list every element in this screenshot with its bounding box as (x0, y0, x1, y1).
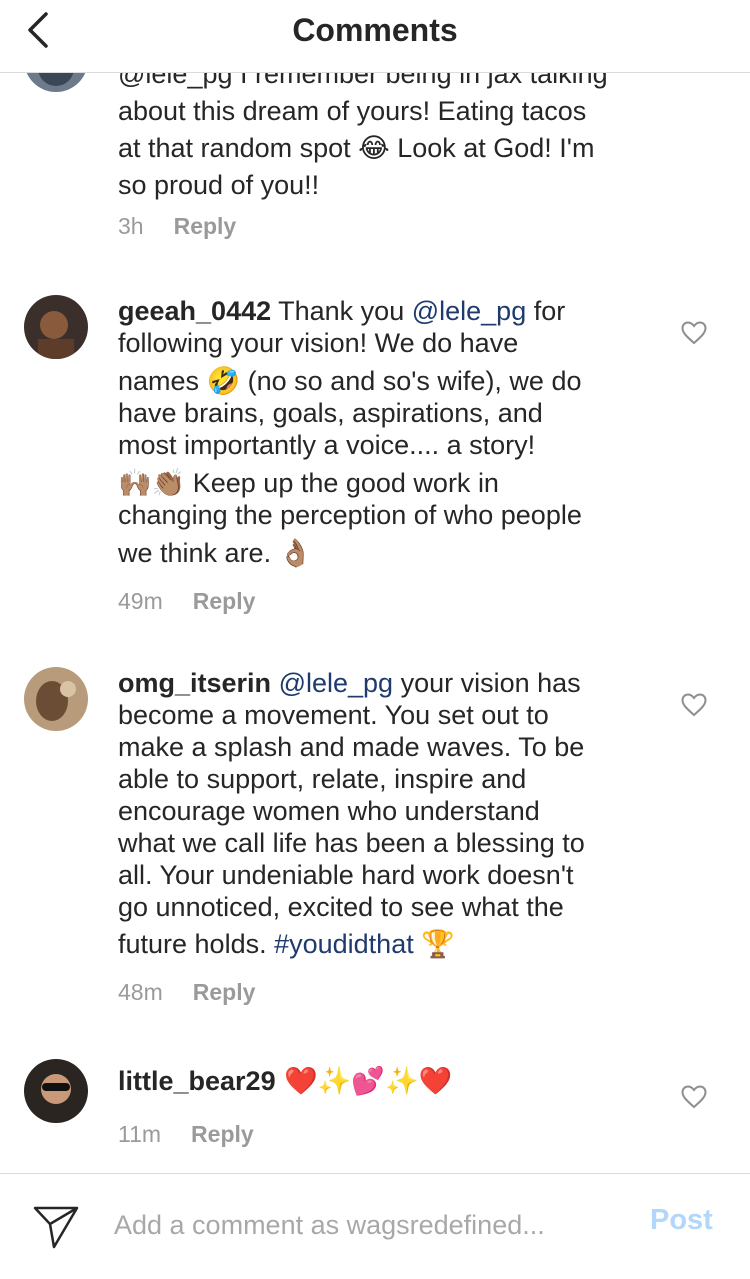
comment-input[interactable] (114, 1200, 614, 1250)
comment-line: make a splash and made waves. To be (118, 732, 585, 762)
comment-text-fragment: for (526, 296, 566, 326)
comment-text-fragment: ❤️✨💕✨❤️ (275, 1066, 453, 1097)
comment-time: 3h (118, 213, 144, 239)
comment-line: all. Your undeniable hard work doesn't (118, 860, 574, 890)
heart-outline-icon[interactable] (681, 1085, 707, 1109)
comment-text: little_bear29 ❤️✨💕✨❤️ (118, 1065, 648, 1098)
comment-line: have brains, goals, aspirations, and (118, 398, 543, 428)
comment-composer: Post (0, 1173, 750, 1279)
comment-time: 11m (118, 1121, 162, 1147)
comment-meta: 11m Reply (118, 1121, 254, 1148)
hashtag-link[interactable]: #youdidthat (274, 929, 414, 959)
comment-line: little_bear29 ❤️✨💕✨❤️ (118, 1065, 648, 1098)
comment-line: geeah_0442 Thank you @lele_pg for (118, 295, 648, 327)
post-button[interactable]: Post (650, 1204, 713, 1237)
comments-list[interactable]: @lele_pg I remember being in jax talking… (0, 73, 750, 1173)
comment-username[interactable]: omg_itserin (118, 668, 271, 698)
reply-button[interactable]: Reply (191, 1121, 254, 1147)
comment-line: most importantly a voice.... a story! (118, 430, 536, 460)
comment-line: @lele_pg I remember being in jax talking (118, 73, 608, 89)
comment-line: omg_itserin @lele_pg your vision has (118, 667, 648, 699)
comment-text: @lele_pg I remember being in jax talking… (118, 73, 648, 201)
reply-button[interactable]: Reply (174, 213, 237, 239)
comment-line: become a movement. You set out to (118, 700, 549, 730)
avatar[interactable] (24, 295, 88, 359)
comment-line: so proud of you!! (118, 170, 320, 200)
comment-text: geeah_0442 Thank you @lele_pg for follow… (118, 295, 648, 569)
comment-line: following your vision! We do have (118, 328, 519, 358)
heart-outline-icon[interactable] (681, 321, 707, 345)
comment-time: 49m (118, 588, 163, 614)
comment-line: what we call life has been a blessing to (118, 828, 585, 858)
comment-line: encourage women who understand (118, 796, 540, 826)
heart-outline-icon[interactable] (681, 693, 707, 717)
header-bar: Comments (0, 0, 750, 73)
page-title: Comments (292, 12, 458, 48)
avatar[interactable] (24, 73, 88, 92)
comment-line: able to support, relate, inspire and (118, 764, 527, 794)
comment-text: omg_itserin @lele_pg your vision has bec… (118, 667, 648, 960)
avatar[interactable] (24, 1059, 88, 1123)
comment-text-fragment: your vision has (393, 668, 581, 698)
comment-username[interactable]: little_bear29 (118, 1066, 276, 1096)
comment-time: 48m (118, 979, 163, 1005)
comment-line: about this dream of yours! Eating tacos (118, 96, 587, 126)
reply-button[interactable]: Reply (193, 588, 256, 614)
comment-line: at that random spot 😂 Look at God! I'm (118, 133, 595, 163)
reply-button[interactable]: Reply (193, 979, 256, 1005)
comment-line: 🙌🏽👏🏽 Keep up the good work in (118, 468, 499, 498)
avatar[interactable] (24, 667, 88, 731)
comment-username[interactable]: geeah_0442 (118, 296, 271, 326)
comment-text-fragment: 🏆 (413, 929, 455, 959)
comment-line: future holds. #youdidthat 🏆 (118, 928, 648, 960)
comment-text-fragment: Thank you (278, 296, 412, 326)
comment-text-fragment: future holds. (118, 929, 275, 959)
mention-link[interactable]: @lele_pg (412, 296, 527, 326)
paper-plane-icon[interactable] (32, 1204, 80, 1250)
comment-meta: 49m Reply (118, 588, 255, 615)
comment-meta: 48m Reply (118, 979, 255, 1006)
comment-line: names 🤣 (no so and so's wife), we do (118, 366, 582, 396)
mention-link[interactable]: @lele_pg (279, 668, 394, 698)
comment-line: go unnoticed, excited to see what the (118, 892, 564, 922)
comment-line: changing the perception of who people (118, 500, 582, 530)
comment-line: we think are. 👌🏽 (118, 538, 313, 568)
comment-meta: 3h Reply (118, 213, 236, 240)
